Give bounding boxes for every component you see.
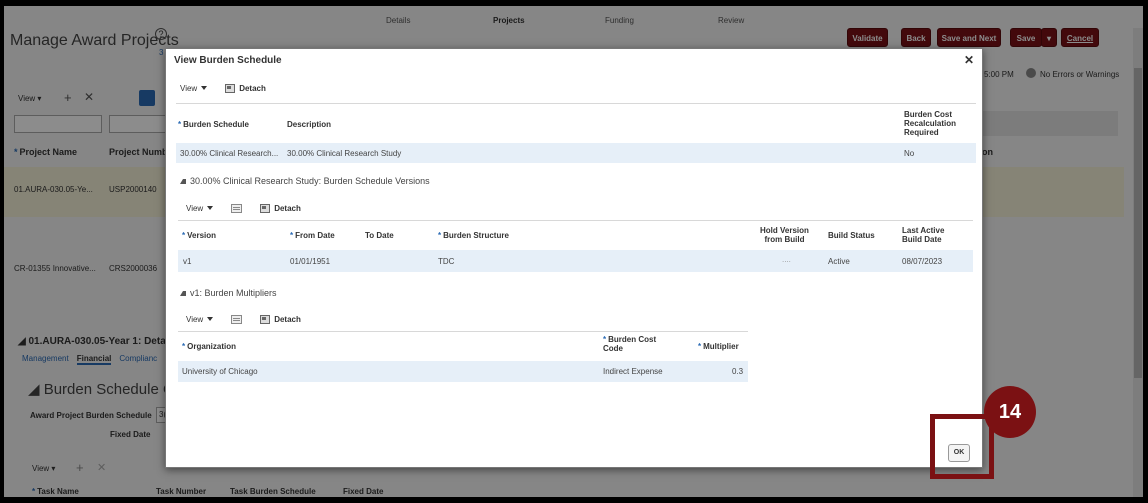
freeze-icon[interactable] xyxy=(231,314,243,324)
cell-burden-schedule: 30.00% Clinical Research... xyxy=(180,149,279,158)
detach-icon xyxy=(260,314,271,324)
versions-view-menu[interactable]: View xyxy=(186,203,214,213)
col-description: Description xyxy=(287,120,332,129)
col-cost-code-line1: Burden Cost xyxy=(608,335,657,344)
col-hold-line1: Hold Version xyxy=(760,226,809,235)
multipliers-section-header[interactable]: v1: Burden Multipliers xyxy=(180,288,277,298)
chevron-down-icon xyxy=(207,317,214,321)
col-to-date: To Date xyxy=(365,231,394,240)
col-version-label: Version xyxy=(187,231,217,240)
col-burden-schedule: * Burden Schedule xyxy=(178,120,249,129)
col-hold-line2: from Build xyxy=(764,235,805,244)
divider xyxy=(178,220,973,221)
col-hold-version: Hold Version from Build xyxy=(760,226,809,244)
col-burden-structure-label: Burden Structure xyxy=(443,231,509,240)
col-recalc-line1: Burden Cost xyxy=(904,110,952,119)
collapse-triangle-icon xyxy=(180,290,186,296)
col-version: * Version xyxy=(182,231,217,240)
versions-detach-label: Detach xyxy=(274,203,301,213)
multipliers-view-label: View xyxy=(186,314,204,324)
multipliers-view-menu[interactable]: View xyxy=(186,314,214,324)
col-from-date-label: From Date xyxy=(295,231,335,240)
col-multiplier-label: Multiplier xyxy=(703,342,739,351)
collapse-triangle-icon xyxy=(180,178,186,184)
col-build-status: Build Status xyxy=(828,231,875,240)
divider xyxy=(176,103,976,104)
col-cost-code-line2: Code xyxy=(603,344,623,353)
versions-detach-button[interactable]: Detach xyxy=(260,203,301,213)
col-last-active-line1: Last Active xyxy=(902,226,945,235)
cell-build-status: Active xyxy=(828,257,850,266)
schedule-view-label: View xyxy=(180,83,198,93)
col-burden-cost-code: * Burden Cost Code xyxy=(603,335,657,353)
step-badge: 14 xyxy=(984,386,1036,438)
col-last-active-line2: Build Date xyxy=(902,235,942,244)
versions-section-title: 30.00% Clinical Research Study: Burden S… xyxy=(190,176,430,186)
freeze-icon[interactable] xyxy=(231,203,243,213)
cell-burden-structure: TDC xyxy=(438,257,455,266)
multipliers-section-title: v1: Burden Multipliers xyxy=(190,288,277,298)
cell-organization: University of Chicago xyxy=(182,367,258,376)
schedule-toolbar: View Detach xyxy=(180,79,266,97)
col-from-date: * From Date xyxy=(290,231,335,240)
close-icon[interactable]: ✕ xyxy=(964,53,974,67)
col-recalc-line2: Recalculation xyxy=(904,119,957,128)
cell-hold-version: .... xyxy=(782,255,791,264)
chevron-down-icon xyxy=(201,86,208,90)
detach-icon xyxy=(260,203,271,213)
cell-multiplier: 0.3 xyxy=(732,367,744,376)
cell-version: v1 xyxy=(183,257,192,266)
versions-toolbar: View Detach xyxy=(186,199,301,217)
cell-last-active: 08/07/2023 xyxy=(902,257,943,266)
chevron-down-icon xyxy=(207,206,214,210)
divider xyxy=(178,331,748,332)
schedule-view-menu[interactable]: View xyxy=(180,83,208,93)
versions-view-label: View xyxy=(186,203,204,213)
col-multiplier: * Multiplier xyxy=(698,342,739,351)
col-burden-structure: * Burden Structure xyxy=(438,231,509,240)
multipliers-detach-button[interactable]: Detach xyxy=(260,314,301,324)
detach-icon xyxy=(225,83,236,93)
col-burden-schedule-label: Burden Schedule xyxy=(183,120,249,129)
col-organization: * Organization xyxy=(182,342,237,351)
multipliers-toolbar: View Detach xyxy=(186,310,301,328)
versions-section-header[interactable]: 30.00% Clinical Research Study: Burden S… xyxy=(180,176,430,186)
col-organization-label: Organization xyxy=(187,342,237,351)
callout-highlight-box xyxy=(930,414,994,479)
view-burden-schedule-dialog: View Burden Schedule ✕ View Detach * Burd… xyxy=(165,48,983,468)
col-last-active: Last Active Build Date xyxy=(902,226,944,244)
schedule-detach-label: Detach xyxy=(239,83,266,93)
schedule-detach-button[interactable]: Detach xyxy=(225,83,266,93)
cell-from-date: 01/01/1951 xyxy=(290,257,331,266)
dialog-title: View Burden Schedule xyxy=(174,55,282,66)
cell-burden-cost-code: Indirect Expense xyxy=(603,367,663,376)
col-recalculation-required: Burden Cost Recalculation Required xyxy=(904,110,956,137)
cell-description: 30.00% Clinical Research Study xyxy=(287,149,402,158)
col-recalc-line3: Required xyxy=(904,128,939,137)
cell-recalc: No xyxy=(904,149,915,158)
multipliers-detach-label: Detach xyxy=(274,314,301,324)
application-frame: Details Projects Funding Review Manage A… xyxy=(4,6,1143,497)
